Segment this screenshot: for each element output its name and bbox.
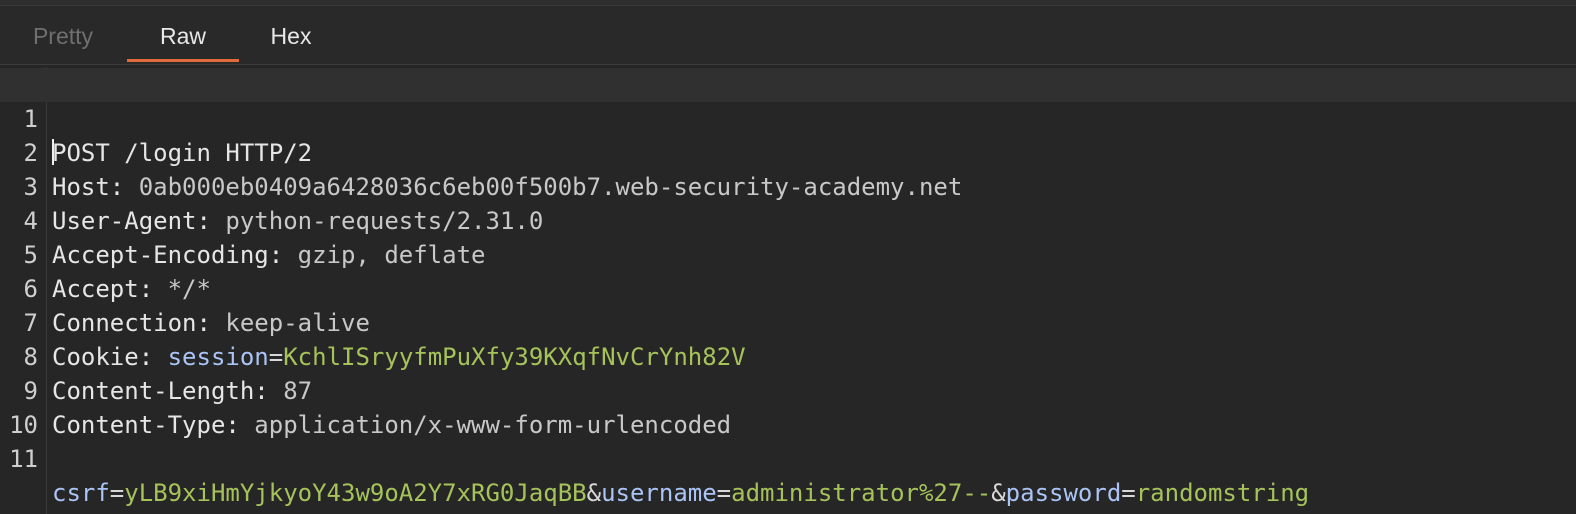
body-param-name: csrf <box>52 479 110 507</box>
tab-hex[interactable]: Hex <box>238 6 344 62</box>
editor-line: 4 Accept-Encoding: gzip, deflate <box>0 170 1576 269</box>
view-tab-bar: Pretty Raw Hex <box>0 6 1576 65</box>
editor-line: 3 User-Agent: python-requests/2.31.0 <box>0 136 1576 235</box>
editor-line: 1 POST /login HTTP/2 <box>0 68 1576 167</box>
editor-line: 8 Content-Length: 87 <box>0 306 1576 405</box>
raw-text-editor[interactable]: 1 POST /login HTTP/2 2 Host: 0ab000eb040… <box>0 67 1576 514</box>
request-editor-panel: Pretty Raw Hex 1 POST /login HTTP/2 2 Ho… <box>0 0 1576 514</box>
editor-line: 11 csrf=yLB9xiHmYjkyoY43w9oA2Y7xRG0JaqBB… <box>0 408 1576 507</box>
body-param-name: username <box>601 479 717 507</box>
editor-line: 5 Accept: */* <box>0 204 1576 303</box>
equals-sign: = <box>109 479 125 507</box>
editor-line: 9 Content-Type: application/x-www-form-u… <box>0 340 1576 439</box>
body-param-value: yLB9xiHmYjkyoY43w9oA2Y7xRG0JaqBB <box>124 479 587 507</box>
equals-sign: = <box>1121 479 1136 507</box>
body-param-name: password <box>1005 479 1122 507</box>
request-body[interactable]: csrf=yLB9xiHmYjkyoY43w9oA2Y7xRG0JaqBB&us… <box>52 476 1309 510</box>
editor-line: 10 <box>0 374 1576 439</box>
equals-sign: = <box>716 479 732 507</box>
body-param-value: randomstring <box>1135 479 1310 507</box>
ampersand: & <box>991 479 1006 507</box>
editor-line: 6 Connection: keep-alive <box>0 238 1576 337</box>
tab-raw[interactable]: Raw <box>127 6 239 62</box>
editor-line: 7 Cookie: session=KchlISryyfmPuXfy39KXqf… <box>0 272 1576 371</box>
editor-line: 2 Host: 0ab000eb0409a6428036c6eb00f500b7… <box>0 102 1576 201</box>
tab-pretty[interactable]: Pretty <box>8 6 118 62</box>
ampersand: & <box>586 479 602 507</box>
body-param-value: administrator%27-- <box>731 479 992 507</box>
line-number: 11 <box>9 445 38 473</box>
